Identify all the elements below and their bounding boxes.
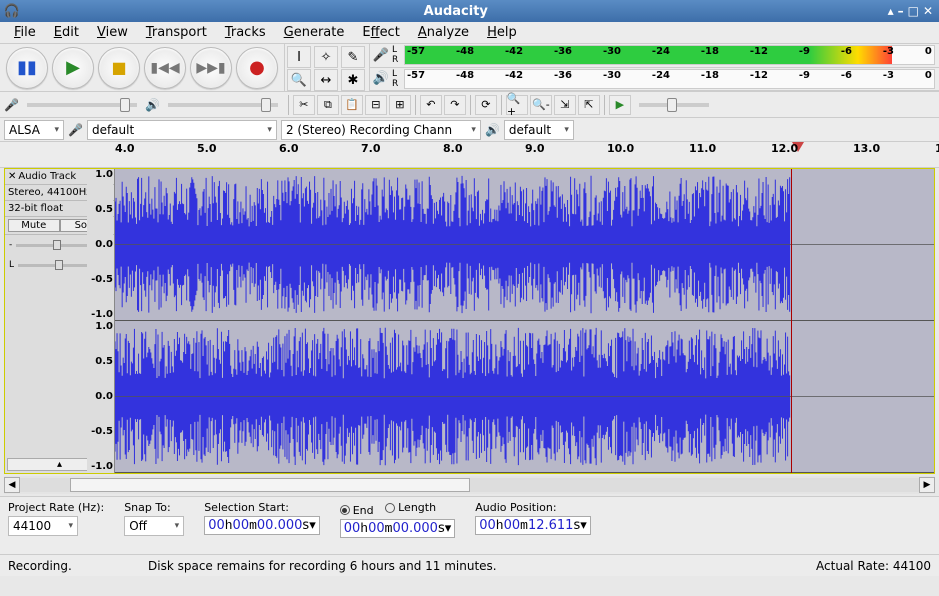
- cut-button[interactable]: ✂: [293, 95, 315, 115]
- zoom-out-button[interactable]: 🔍-: [530, 95, 552, 115]
- main-toolbar: ▮▮ ▶ ■ ▮◀◀ ▶▶▮ ● I ✧ ✎ 🔍 ↔ ✱ 🎤 LR -57-48…: [0, 44, 939, 92]
- audio-position-label: Audio Position:: [475, 501, 591, 514]
- status-rate: Actual Rate: 44100: [816, 559, 931, 573]
- transport-controls: ▮▮ ▶ ■ ▮◀◀ ▶▶▮ ●: [0, 44, 285, 91]
- skip-start-button[interactable]: ▮◀◀: [144, 47, 186, 89]
- output-device-combo[interactable]: default: [504, 120, 574, 140]
- skip-end-button[interactable]: ▶▶▮: [190, 47, 232, 89]
- menu-generate[interactable]: Generate: [276, 23, 353, 42]
- fit-selection-button[interactable]: ⇲: [554, 95, 576, 115]
- status-state: Recording.: [8, 559, 148, 573]
- zoom-tool[interactable]: 🔍: [287, 69, 311, 91]
- snap-to-label: Snap To:: [124, 501, 184, 514]
- undo-button[interactable]: ↶: [420, 95, 442, 115]
- status-disk: Disk space remains for recording 6 hours…: [148, 559, 816, 573]
- menu-edit[interactable]: Edit: [46, 23, 87, 42]
- selection-start-label: Selection Start:: [204, 501, 320, 514]
- meter-l-label: L: [392, 45, 404, 55]
- menu-help[interactable]: Help: [479, 23, 525, 42]
- multi-tool[interactable]: ✱: [341, 69, 365, 91]
- window-rollup-icon[interactable]: ▴: [888, 4, 894, 18]
- mic-device-icon: 🎤: [68, 123, 83, 137]
- track-close-icon[interactable]: ✕: [8, 171, 16, 182]
- menu-effect[interactable]: Effect: [354, 23, 407, 42]
- playhead-line: [791, 169, 792, 473]
- end-radio[interactable]: End: [340, 504, 374, 517]
- menu-tracks[interactable]: Tracks: [217, 23, 274, 42]
- selection-tool[interactable]: I: [287, 46, 311, 68]
- window-titlebar: 🎧 Audacity ▴ – □ ✕: [0, 0, 939, 22]
- output-meter[interactable]: -57-48-42-36-30-24-18-12-9-6-30: [404, 69, 935, 89]
- scrollbar-thumb[interactable]: [70, 478, 470, 492]
- project-rate-combo[interactable]: 44100: [8, 516, 78, 536]
- status-bar: Recording. Disk space remains for record…: [0, 554, 939, 576]
- meter-r-label: R: [392, 55, 404, 65]
- menubar: FileEditViewTransportTracksGenerateEffec…: [0, 22, 939, 44]
- stop-button[interactable]: ■: [98, 47, 140, 89]
- pause-button[interactable]: ▮▮: [6, 47, 48, 89]
- menu-view[interactable]: View: [89, 23, 136, 42]
- waveform-display[interactable]: 1.00.50.0-0.5-1.0 1.00.50.0-0.5-1.0: [115, 169, 934, 473]
- length-radio[interactable]: Length: [385, 501, 436, 514]
- output-volume-slider[interactable]: [168, 103, 278, 107]
- audio-host-combo[interactable]: ALSA: [4, 120, 64, 140]
- input-meter[interactable]: -57-48-42-36-30-24-18-12-9-6-30: [404, 45, 935, 65]
- speaker-icon[interactable]: 🔊: [370, 71, 392, 86]
- audio-position-field[interactable]: 00 h 00 m 12.611 s▾: [475, 516, 591, 535]
- scroll-left-button[interactable]: ◀: [4, 477, 20, 493]
- mixer-edit-toolbar: 🎤 🔊 ✂ ⧉ 📋 ⊟ ⊞ ↶ ↷ ⟳ 🔍+ 🔍- ⇲ ⇱ ▶: [0, 92, 939, 118]
- input-device-combo[interactable]: default: [87, 120, 277, 140]
- input-channels-combo[interactable]: 2 (Stereo) Recording Chann: [281, 120, 481, 140]
- track-area: ✕ Audio Track ▾ Stereo, 44100Hz 32-bit f…: [4, 168, 935, 474]
- copy-button[interactable]: ⧉: [317, 95, 339, 115]
- speaker-device-icon: 🔊: [485, 123, 500, 137]
- speaker-slider-icon: 🔊: [145, 98, 160, 112]
- input-volume-slider[interactable]: [27, 103, 137, 107]
- waveform-channel-left: 1.00.50.0-0.5-1.0: [115, 169, 934, 321]
- selection-toolbar: Project Rate (Hz): 44100 Snap To: Off Se…: [0, 496, 939, 554]
- mic-icon[interactable]: 🎤: [370, 48, 392, 63]
- envelope-tool[interactable]: ✧: [314, 46, 338, 68]
- play-at-speed-button[interactable]: ▶: [609, 95, 631, 115]
- snap-to-combo[interactable]: Off: [124, 516, 184, 536]
- selection-end-field[interactable]: 00 h 00 m 00.000 s▾: [340, 519, 456, 538]
- paste-button[interactable]: 📋: [341, 95, 363, 115]
- window-minimize-icon[interactable]: –: [898, 4, 904, 18]
- waveform-channel-right: 1.00.50.0-0.5-1.0: [115, 321, 934, 473]
- app-icon: 🎧: [4, 3, 20, 19]
- mic-slider-icon: 🎤: [4, 98, 19, 112]
- selection-start-field[interactable]: 00 h 00 m 00.000 s▾: [204, 516, 320, 535]
- redo-button[interactable]: ↷: [444, 95, 466, 115]
- horizontal-scrollbar[interactable]: ◀ ▶: [4, 476, 935, 494]
- sync-lock-button[interactable]: ⟳: [475, 95, 497, 115]
- timeline-ruler[interactable]: 4.05.06.07.08.09.010.011.012.013.014.0: [0, 142, 939, 168]
- menu-file[interactable]: File: [6, 23, 44, 42]
- menu-transport[interactable]: Transport: [138, 23, 215, 42]
- play-button[interactable]: ▶: [52, 47, 94, 89]
- trim-button[interactable]: ⊟: [365, 95, 387, 115]
- silence-button[interactable]: ⊞: [389, 95, 411, 115]
- window-close-icon[interactable]: ✕: [923, 4, 933, 18]
- fit-project-button[interactable]: ⇱: [578, 95, 600, 115]
- menu-analyze[interactable]: Analyze: [410, 23, 477, 42]
- play-speed-slider[interactable]: [639, 103, 709, 107]
- device-toolbar: ALSA 🎤 default 2 (Stereo) Recording Chan…: [0, 118, 939, 142]
- window-maximize-icon[interactable]: □: [908, 4, 919, 18]
- draw-tool[interactable]: ✎: [341, 46, 365, 68]
- zoom-in-button[interactable]: 🔍+: [506, 95, 528, 115]
- scroll-right-button[interactable]: ▶: [919, 477, 935, 493]
- project-rate-label: Project Rate (Hz):: [8, 501, 104, 514]
- record-button[interactable]: ●: [236, 47, 278, 89]
- tool-palette: I ✧ ✎ 🔍 ↔ ✱: [285, 44, 370, 91]
- mute-button[interactable]: Mute: [8, 219, 60, 232]
- meters: 🎤 LR -57-48-42-36-30-24-18-12-9-6-30 🔊 L…: [370, 44, 939, 91]
- window-title: Audacity: [24, 4, 888, 19]
- timeshift-tool[interactable]: ↔: [314, 69, 338, 91]
